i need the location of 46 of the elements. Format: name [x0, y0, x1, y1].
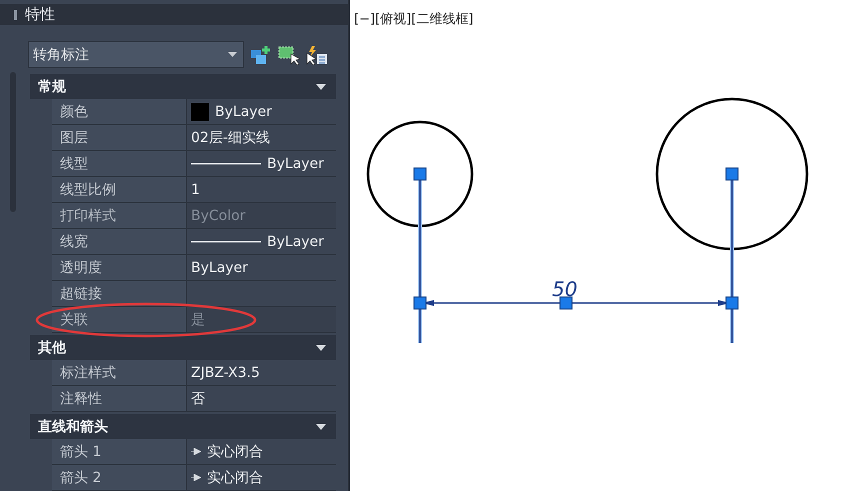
property-label: 线型: [52, 151, 187, 176]
arrowhead-icon: [191, 474, 201, 481]
add-selection-icon[interactable]: [250, 44, 272, 64]
section-header[interactable]: 常规: [30, 74, 336, 99]
linetype-sample-icon: [191, 162, 261, 164]
section-title: 其他: [38, 338, 66, 356]
property-value[interactable]: ByLayer: [267, 234, 324, 250]
property-label: 线宽: [52, 229, 187, 254]
linetype-sample-icon: [191, 240, 261, 242]
property-label: 打印样式: [52, 203, 187, 228]
viewport-label[interactable]: [−][俯视][二维线框]: [354, 10, 474, 28]
arrowhead-icon: [191, 448, 201, 455]
collapse-icon: [316, 84, 326, 90]
property-value[interactable]: 实心闭合: [207, 442, 263, 460]
section-header[interactable]: 其他: [30, 335, 336, 360]
dimension-line[interactable]: [414, 168, 738, 345]
object-type-dropdown[interactable]: 转角标注: [28, 41, 244, 68]
property-value[interactable]: ByLayer: [191, 260, 248, 276]
property-value[interactable]: 否: [191, 390, 205, 408]
property-label: 标注样式: [52, 360, 187, 385]
grip-icon[interactable]: [14, 10, 17, 20]
property-label: 图层: [52, 125, 187, 150]
select-objects-icon[interactable]: [278, 44, 300, 64]
property-value[interactable]: ByLayer: [215, 104, 272, 120]
collapse-icon: [316, 424, 326, 430]
property-label: 箭头 1: [52, 439, 187, 464]
caret-icon: [228, 52, 237, 57]
property-label: 透明度: [52, 255, 187, 280]
collapse-icon: [316, 344, 326, 350]
property-label: 箭头 2: [52, 465, 187, 490]
property-value[interactable]: ZJBZ-X3.5: [191, 364, 260, 380]
section-header[interactable]: 直线和箭头: [30, 414, 336, 439]
dimension-text: 50: [552, 277, 578, 301]
property-label: 超链接: [52, 281, 187, 306]
property-value[interactable]: 1: [191, 182, 200, 198]
property-label: 关联: [52, 307, 187, 332]
property-label: 线型比例: [52, 177, 187, 202]
panel-title: 特性: [25, 5, 55, 24]
property-value[interactable]: 实心闭合: [207, 468, 263, 486]
property-value[interactable]: ByLayer: [267, 156, 324, 172]
property-label: 颜色: [52, 99, 187, 124]
property-label: 注释性: [52, 386, 187, 411]
quick-select-icon[interactable]: [306, 44, 328, 64]
section-title: 直线和箭头: [38, 418, 108, 436]
section-title: 常规: [38, 78, 66, 96]
property-value[interactable]: 02层-细实线: [191, 128, 270, 146]
